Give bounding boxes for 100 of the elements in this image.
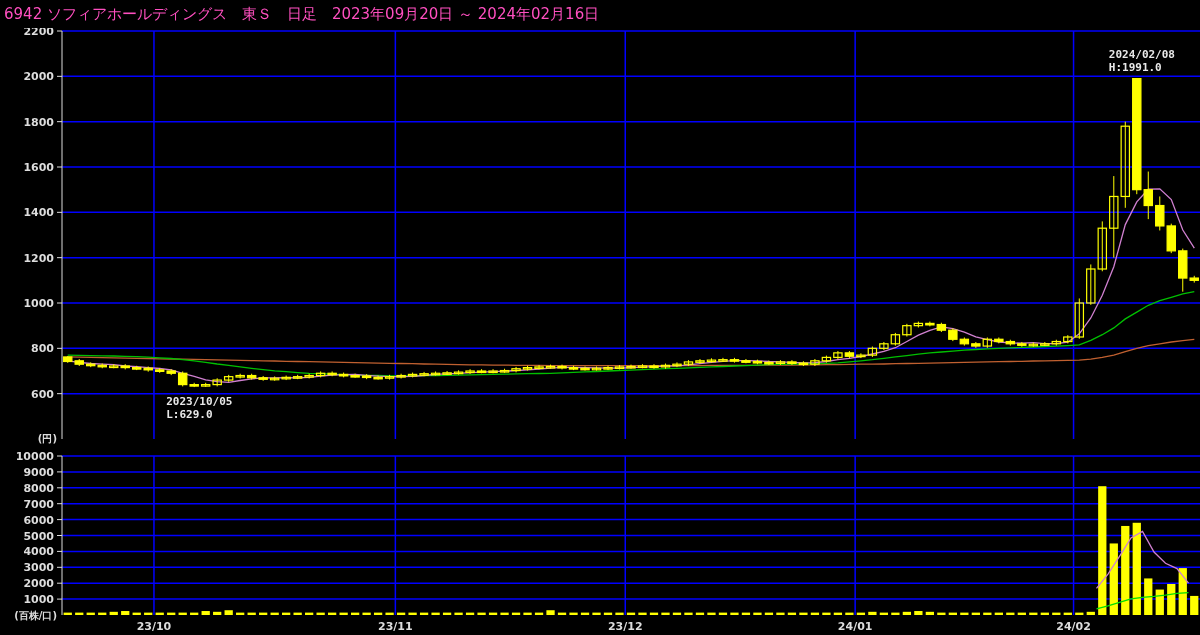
volume-bar (822, 612, 831, 615)
candle (1086, 263, 1096, 306)
volume-bar (351, 612, 360, 615)
volume-bar (902, 611, 911, 615)
volume-bar (396, 612, 406, 615)
axis-label: 1000 (23, 593, 54, 607)
volume-bar (592, 612, 601, 615)
candle (959, 336, 970, 347)
volume-bar (316, 612, 325, 615)
axis-label: 23/12 (607, 620, 643, 633)
volume-bar (603, 612, 613, 615)
candle (833, 350, 843, 360)
axis-label: 2000 (23, 577, 54, 591)
volume-bar (385, 612, 394, 615)
axis-label: 1800 (23, 115, 54, 129)
volume-bar (442, 612, 452, 615)
volume-bar (1178, 568, 1187, 615)
volume-bar (891, 612, 900, 615)
volume-bar (259, 612, 268, 615)
price-annotation: L:629.0 (166, 408, 213, 422)
volume-bar (707, 612, 716, 615)
volume-bar (695, 612, 705, 615)
axis-label: 800 (31, 342, 54, 356)
axis-label: 10000 (15, 450, 54, 463)
volume-bar (1109, 543, 1118, 615)
axis-label: 1200 (23, 251, 54, 265)
volume-bar (845, 612, 854, 615)
volume-bar (764, 612, 774, 615)
volume-bar (282, 612, 291, 615)
volume-bar (293, 612, 302, 615)
volume-bar (408, 612, 417, 615)
volume-bar (1075, 612, 1084, 615)
volume-bar (569, 612, 578, 615)
axis-label: 1400 (23, 206, 54, 220)
volume-bar (971, 612, 980, 615)
axis-label: 1600 (23, 161, 54, 174)
volume-bar (983, 612, 992, 615)
volume-bar (925, 611, 934, 615)
volume-bar (454, 612, 463, 615)
volume-bar (615, 612, 624, 615)
volume-bar (672, 612, 682, 615)
volume-bar (465, 612, 475, 615)
volume-bar (201, 611, 210, 615)
volume-bar (98, 612, 107, 615)
axis-label: 2000 (23, 70, 54, 84)
volume-bar (328, 612, 337, 615)
volume-bar (810, 612, 820, 615)
volume-bar (1063, 612, 1072, 615)
volume-bar (534, 612, 544, 615)
axis-label: 3000 (23, 561, 54, 575)
volume-bar (1167, 584, 1176, 615)
volume-bar (500, 612, 509, 615)
axis-label: 6000 (23, 513, 54, 527)
volume-bar (178, 612, 187, 615)
volume-bar (718, 612, 728, 615)
volume-bar (477, 612, 486, 615)
volume-bar (236, 612, 245, 615)
candle (1166, 223, 1176, 254)
volume-bar (684, 612, 693, 615)
volume-bar (86, 612, 95, 615)
candle (821, 355, 832, 364)
volume-bar (649, 612, 659, 615)
axis-label: 9000 (23, 465, 54, 479)
candle (1155, 195, 1165, 231)
axis-label: 23/10 (136, 620, 172, 633)
volume-bar (419, 612, 429, 615)
volume-bar (63, 612, 72, 615)
axis-label: 1000 (23, 297, 54, 310)
volume-bar (914, 611, 923, 615)
volume-bar (224, 610, 233, 615)
axis-label: 8000 (23, 481, 54, 495)
volume-bar (833, 612, 843, 615)
volume-bar (776, 612, 785, 615)
price-annotation: H:1991.0 (1108, 61, 1162, 75)
volume-bar (75, 612, 84, 615)
axis-unit: (百株/口) (14, 610, 57, 621)
volume-bar (580, 612, 590, 615)
volume-bar (546, 610, 555, 615)
volume-bar (1155, 589, 1164, 615)
volume-bar (270, 612, 279, 615)
volume-bar (626, 612, 636, 615)
volume-bar (937, 612, 946, 615)
volume-bar (557, 612, 567, 615)
axis-label: 7000 (23, 497, 54, 511)
volume-bar (132, 612, 141, 615)
volume-bar (1017, 612, 1026, 615)
axis-label: 23/11 (378, 620, 413, 633)
volume-bar (339, 612, 348, 615)
volume-bar (167, 612, 176, 615)
candle (63, 355, 73, 364)
volume-bar (1144, 578, 1153, 615)
volume-bar (753, 612, 762, 615)
volume-bar (121, 611, 130, 615)
candle (810, 358, 820, 367)
volume-bar (305, 612, 314, 615)
volume-bar (879, 612, 889, 615)
volume-bar (511, 612, 521, 615)
candle (74, 358, 84, 367)
volume-bar (661, 612, 670, 615)
volume-bar (362, 612, 371, 615)
